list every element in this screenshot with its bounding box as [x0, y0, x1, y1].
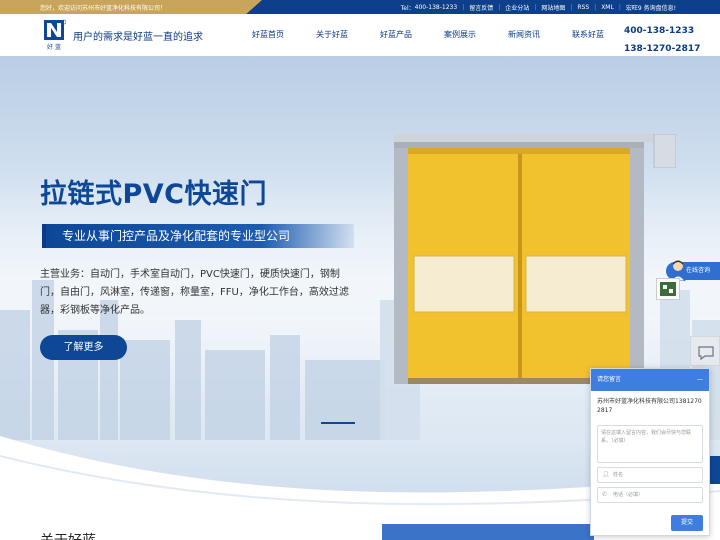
chat-header-title: 请您留言: [597, 376, 622, 383]
name-field[interactable]: 👤︎ 姓名: [597, 467, 703, 483]
hero-subtitle: 专业从事门控产品及净化配套的专业型公司: [42, 224, 354, 248]
tel-label: Tel：: [400, 5, 415, 12]
slogan: 用户的需求是好蓝一直的追求: [73, 32, 203, 43]
qr-code-icon[interactable]: [656, 278, 680, 300]
nav-cases[interactable]: 案例展示: [428, 14, 492, 56]
hero-description: 主营业务：自动门，手术室自动门，PVC快速门，硬质快速门，钢制门，自由门，风淋室…: [40, 269, 349, 316]
learn-more-button[interactable]: 了解更多: [40, 335, 127, 360]
nav-news[interactable]: 新闻资讯: [492, 14, 556, 56]
minimize-icon[interactable]: —: [697, 369, 703, 391]
nav-home[interactable]: 好蓝首页: [236, 14, 300, 56]
submit-button[interactable]: 提交: [671, 515, 703, 531]
hero-title: 拉链式PVC快速门: [40, 179, 267, 210]
phone-placeholder: 电话（必填）: [613, 492, 644, 498]
pvc-door-image: [394, 134, 644, 384]
message-textarea[interactable]: 请在这填入留言内容，我们会尽快与您联系。（必填）: [597, 425, 703, 463]
top-link-inquiry[interactable]: 宏旺9 务询盘信息!: [626, 3, 676, 12]
welcome-strip: 您好，欢迎访问苏州市好蓝净化科技有限公司！: [0, 0, 262, 14]
chat-header[interactable]: 请您留言 —: [591, 369, 709, 391]
slide-indicator[interactable]: [321, 422, 355, 424]
consult-tool-button[interactable]: [690, 336, 720, 366]
leave-message-widget: 请您留言 — 苏州市好蓝净化科技有限公司13812702817 请在这填入留言内…: [590, 368, 710, 536]
chat-company-name: 苏州市好蓝净化科技有限公司13812702817: [597, 398, 702, 414]
site-header: 好 蓝 用户的需求是好蓝一直的追求 好蓝首页 关于好蓝 好蓝产品 案例展示 新闻…: [0, 14, 720, 56]
nav-products[interactable]: 好蓝产品: [364, 14, 428, 56]
phone-hotline: 400-138-1233: [624, 26, 695, 36]
top-strip: 您好，欢迎访问苏州市好蓝净化科技有限公司！ Tel： 400-138-1233 …: [0, 0, 720, 14]
top-link-xml[interactable]: XML: [601, 4, 614, 11]
header-phones: 400-138-1233 138-1270-2817: [624, 22, 700, 58]
nav-contact[interactable]: 联系好蓝: [556, 14, 620, 56]
welcome-text: 您好，欢迎访问苏州市好蓝净化科技有限公司！: [40, 5, 167, 12]
about-title: 关于好蓝: [40, 530, 96, 540]
about-image-panel: [382, 524, 594, 540]
top-link-sitemap[interactable]: 网站地图: [541, 3, 565, 12]
phone-icon: ✆: [602, 491, 608, 498]
top-link-rss[interactable]: RSS: [577, 4, 589, 11]
online-consult-label: 在线咨询: [686, 267, 711, 274]
user-icon: 👤︎: [602, 471, 610, 478]
logo-text: 好 蓝: [47, 43, 61, 51]
top-link-feedback[interactable]: 留言反馈: [469, 3, 493, 12]
top-link-branches[interactable]: 企业分站: [505, 3, 529, 12]
main-nav: 好蓝首页 关于好蓝 好蓝产品 案例展示 新闻资讯 联系好蓝: [236, 14, 620, 56]
chat-bubble-icon: [698, 346, 714, 361]
name-placeholder: 姓名: [613, 472, 624, 478]
door-motor-box: [644, 134, 676, 168]
logo[interactable]: 好 蓝: [42, 19, 66, 51]
nav-about[interactable]: 关于好蓝: [300, 14, 364, 56]
top-links: Tel： 400-138-1233 | 留言反馈 | 企业分站 | 网站地图 |…: [400, 3, 676, 12]
phone-field[interactable]: ✆ 电话（必填）: [597, 487, 703, 503]
tel-number: 400-138-1233: [414, 4, 458, 11]
